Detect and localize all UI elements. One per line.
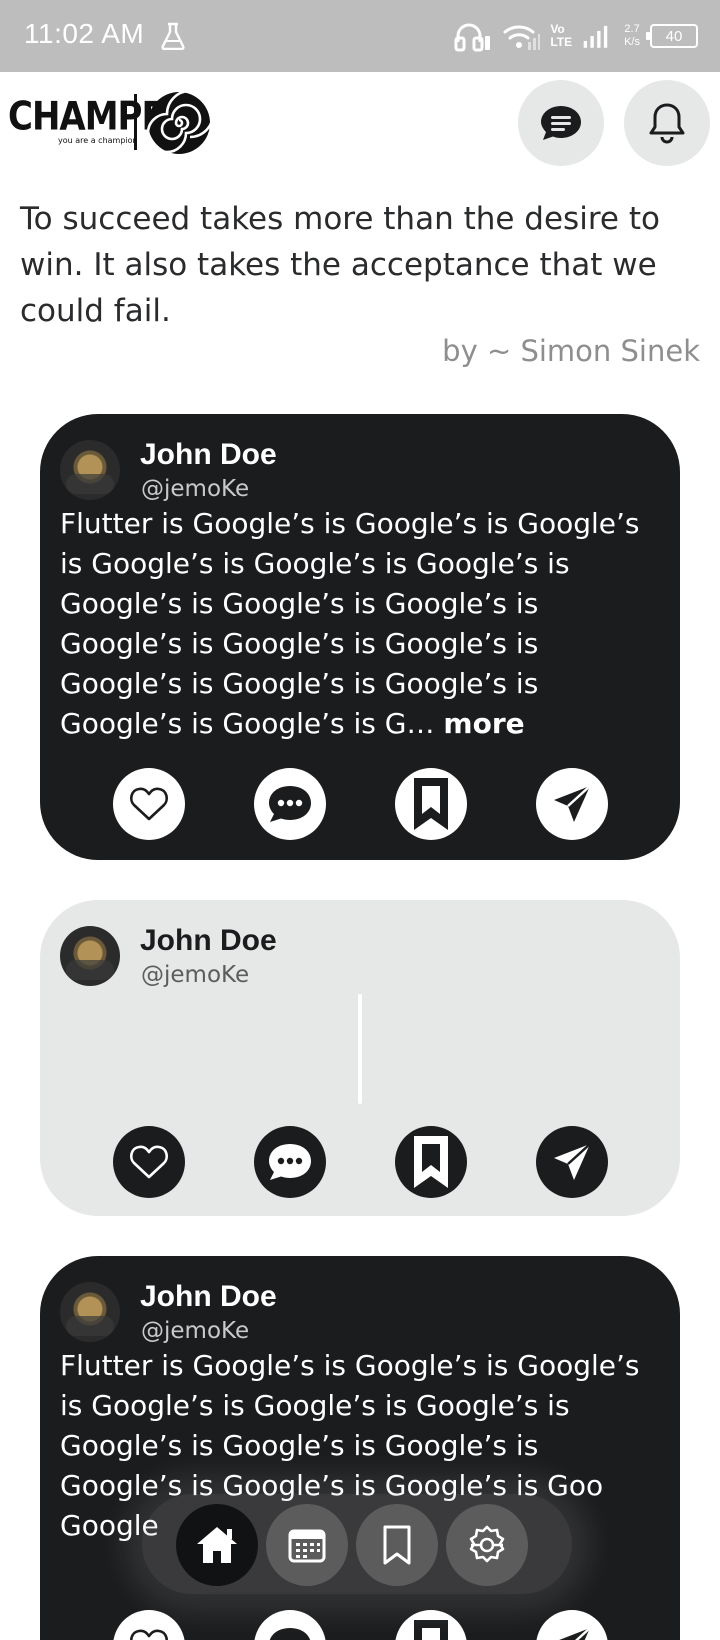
network-type: Vo LTE — [550, 22, 573, 49]
logo-tagline: you are a champion — [58, 136, 138, 145]
send-icon — [553, 1143, 591, 1180]
headphones-icon — [454, 23, 491, 52]
post-handle: @jemoKe — [141, 1318, 250, 1344]
heart-icon — [129, 1629, 168, 1640]
comment-icon — [269, 1628, 310, 1640]
daily-quote: To succeed takes more than the desire to… — [20, 201, 660, 329]
post-actions — [40, 1610, 680, 1640]
bookmark-button[interactable] — [394, 768, 467, 840]
flask-icon — [161, 22, 185, 50]
calendar-icon — [288, 1529, 326, 1563]
nav-home[interactable] — [176, 1504, 258, 1586]
home-icon — [197, 1527, 237, 1563]
wifi-icon — [503, 25, 541, 50]
post-actions — [40, 1126, 680, 1198]
nav-settings[interactable] — [446, 1504, 528, 1586]
heart-icon — [129, 1145, 168, 1179]
comment-button[interactable] — [253, 1126, 326, 1198]
battery-icon: 40 — [646, 24, 698, 48]
post-handle: @jemoKe — [141, 962, 250, 988]
text-cursor — [358, 994, 362, 1104]
share-button[interactable] — [535, 1126, 608, 1198]
share-button[interactable] — [535, 768, 608, 840]
like-button[interactable] — [112, 1610, 185, 1640]
post-handle: @jemoKe — [141, 476, 250, 502]
avatar[interactable] — [60, 1282, 120, 1342]
post-author: John Doe — [140, 1280, 277, 1313]
post-author: John Doe — [140, 924, 277, 957]
status-bar: 11:02 AM Vo LTE 2.7 K/s 40 — [0, 0, 720, 72]
comment-button[interactable] — [253, 1610, 326, 1640]
avatar[interactable] — [60, 926, 120, 986]
bell-icon — [649, 103, 685, 144]
post-author: John Doe — [140, 438, 277, 471]
settings-icon — [469, 1525, 505, 1563]
post-card[interactable]: John Doe @jemoKe — [40, 900, 680, 1216]
spiral-logo-icon — [146, 90, 212, 154]
nav-calendar[interactable] — [266, 1504, 348, 1586]
heart-icon — [129, 787, 168, 821]
like-button[interactable] — [112, 1126, 185, 1198]
chat-icon — [541, 106, 581, 140]
network-speed: 2.7 K/s — [624, 23, 640, 48]
bookmark-icon — [413, 778, 448, 830]
like-button[interactable] — [112, 768, 185, 840]
notifications-button[interactable] — [624, 80, 710, 166]
post-text: Flutter is Google’s is Google’s is Googl… — [60, 507, 640, 740]
comment-icon — [268, 786, 311, 822]
post-card[interactable]: John Doe @jemoKe Flutter is Google’s is … — [40, 414, 680, 860]
send-icon — [553, 785, 591, 822]
more-link[interactable]: more — [443, 707, 524, 740]
logo-wordmark: CHAMPE — [8, 94, 165, 140]
bookmark-icon — [413, 1620, 448, 1640]
avatar[interactable] — [60, 440, 120, 500]
signal-icon — [583, 25, 608, 48]
comment-button[interactable] — [253, 768, 326, 840]
bookmark-icon — [413, 1136, 448, 1188]
bookmark-icon — [383, 1525, 411, 1565]
status-time: 11:02 AM — [24, 18, 145, 49]
bookmark-button[interactable] — [394, 1610, 467, 1640]
send-icon — [558, 1627, 591, 1640]
bottom-navigation — [142, 1494, 572, 1594]
messages-button[interactable] — [518, 80, 604, 166]
share-button[interactable] — [535, 1610, 608, 1640]
bookmark-button[interactable] — [394, 1126, 467, 1198]
nav-bookmarks[interactable] — [356, 1504, 438, 1586]
logo-divider — [134, 94, 137, 150]
app-logo: CHAMPE you are a champion — [8, 88, 213, 158]
comment-icon — [268, 1144, 311, 1180]
quote-author: by ~ Simon Sinek — [442, 334, 700, 368]
post-actions — [40, 768, 680, 840]
